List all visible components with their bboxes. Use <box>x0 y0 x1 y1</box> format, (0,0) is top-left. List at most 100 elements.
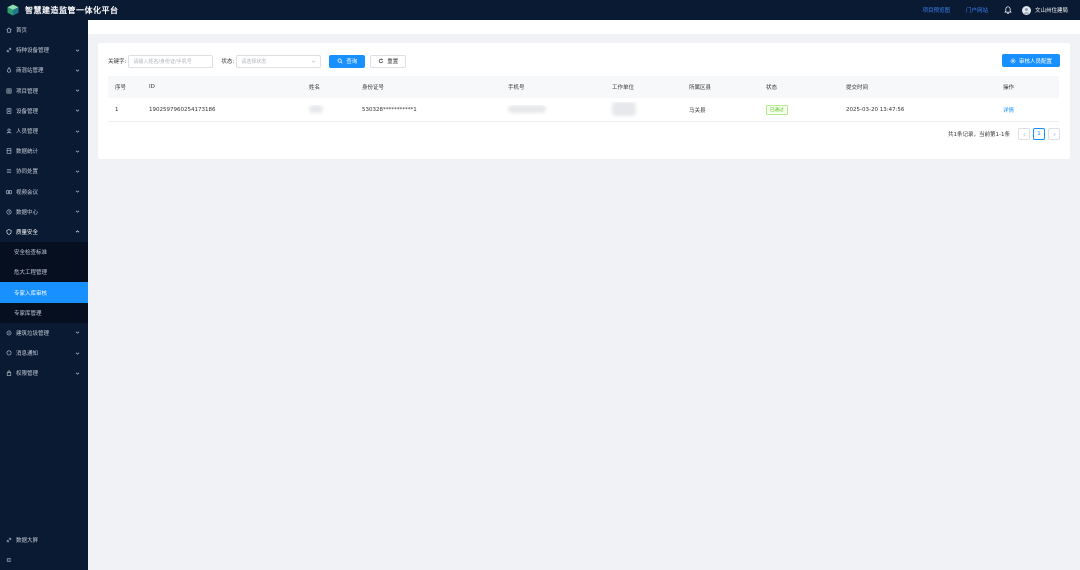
user-icon <box>6 128 12 134</box>
col-county: 所属区县 <box>689 85 712 91</box>
chevron-down-icon <box>75 210 80 213</box>
list-icon <box>6 169 12 174</box>
redacted-name <box>309 104 323 113</box>
drop-icon <box>7 67 11 73</box>
sidebar-item-personnel[interactable]: 人员管理 <box>0 121 88 141</box>
col-name: 姓名 <box>309 85 321 91</box>
cell-id: 1902597960254173186 <box>149 106 216 113</box>
message-icon <box>6 350 12 356</box>
grid-icon <box>6 88 12 94</box>
chevron-down-icon <box>75 89 80 92</box>
sidebar-item-label: 消息通知 <box>16 351 39 358</box>
avatar[interactable] <box>1021 5 1031 15</box>
sidebar-item-label: 设备管理 <box>16 108 39 115</box>
chevron-left-icon <box>1022 132 1025 136</box>
sidebar-item-label: 权限管理 <box>16 371 39 378</box>
camera-icon <box>6 189 12 194</box>
sidebar-item-data-screen[interactable]: 数据大屏 <box>0 530 88 550</box>
page-number-button[interactable]: 1 <box>1033 128 1045 140</box>
sidebar-item-collaboration[interactable]: 协同处置 <box>0 161 88 181</box>
status-select[interactable]: 请选择状态 <box>236 54 322 68</box>
menu-fold-icon <box>6 558 12 562</box>
chevron-right-icon <box>1053 132 1056 136</box>
query-button[interactable]: 查询 <box>329 54 366 68</box>
reviewer-config-button[interactable]: 审核人员配置 <box>1001 54 1060 67</box>
sidebar-item-device[interactable]: 设备管理 <box>0 101 88 121</box>
chevron-down-icon <box>75 130 80 133</box>
chevron-down-icon <box>75 352 80 355</box>
sidebar-item-notifications[interactable]: 消息通知 <box>0 343 88 363</box>
col-id: ID <box>149 84 155 90</box>
sidebar-item-label: 协同处置 <box>16 169 39 176</box>
link-icon <box>6 537 12 543</box>
col-submit-time: 提交时间 <box>846 85 869 91</box>
sidebar-item-permissions[interactable]: 权限管理 <box>0 363 88 383</box>
sidebar-item-label: 视频会议 <box>16 189 39 196</box>
sidebar-item-special-equipment[interactable]: 特种设备管理 <box>0 40 88 60</box>
shield-icon <box>6 229 12 235</box>
cell-phone <box>501 104 605 115</box>
brand[interactable]: 智慧建造监管一体化平台 <box>0 0 160 20</box>
sidebar-item-label: 首页 <box>16 28 28 35</box>
cell-id-card: 530328***********1 <box>362 106 417 113</box>
bell-icon[interactable] <box>1004 6 1012 14</box>
cell-status: 已通过 <box>759 104 839 115</box>
status-label: 状态: <box>221 59 235 65</box>
pagination-summary: 共1条记录，当前第1-1条 <box>948 132 1010 138</box>
chevron-down-icon <box>75 49 80 52</box>
chevron-down-icon <box>75 372 80 375</box>
pagination: 共1条记录，当前第1-1条 1 <box>948 128 1060 140</box>
col-action: 操作 <box>1003 85 1015 91</box>
keyword-input[interactable]: 请输入姓名/身份证/手机号 <box>128 54 214 68</box>
redacted-phone <box>508 104 546 113</box>
sidebar-subitem-safety-standard[interactable]: 安全检查标准 <box>0 242 88 262</box>
sidebar-subitem-expert-library[interactable]: 专家库管理 <box>0 303 88 323</box>
portal-link[interactable]: 门户网站 <box>966 6 988 14</box>
redacted-unit <box>612 101 636 116</box>
sidebar-subitem-expert-review[interactable]: 专家入库审核 <box>0 282 88 303</box>
sidebar-item-home[interactable]: 首页 <box>0 20 88 40</box>
detail-link[interactable]: 详情 <box>1003 108 1014 114</box>
sidebar-item-concrete-station[interactable]: 商混站管理 <box>0 60 88 80</box>
table-header: 序号 ID 姓名 身份证号 手机号 工作单位 所属区县 状态 提交时间 操作 <box>108 76 1059 98</box>
sidebar: 首页 特种设备管理 商混站管理 项目管理 设备管理 人员管理 数据统计 协同处置… <box>0 20 88 570</box>
quality-safety-submenu: 安全检查标准 危大工程管理 专家入库审核 专家库管理 <box>0 242 88 323</box>
reviewer-config-label: 审核人员配置 <box>1018 58 1052 65</box>
sidebar-item-label: 数据大屏 <box>16 538 39 544</box>
sidebar-item-video-meeting[interactable]: 视频会议 <box>0 182 88 202</box>
user-name[interactable]: 文山州住建局 <box>1035 6 1068 14</box>
sidebar-item-label: 项目管理 <box>16 88 39 95</box>
tabs-bar <box>88 20 1080 34</box>
expert-table: 序号 ID 姓名 身份证号 手机号 工作单位 所属区县 状态 提交时间 操作 1… <box>108 76 1059 122</box>
cell-action: 详情 <box>996 106 1046 114</box>
sidebar-subitem-major-hazard[interactable]: 危大工程管理 <box>0 262 88 282</box>
sidebar-item-quality-safety[interactable]: 质量安全 <box>0 222 88 242</box>
sidebar-item-construction-waste[interactable]: 建筑垃圾管理 <box>0 323 88 343</box>
user-avatar-icon <box>1024 7 1029 14</box>
sidebar-collapse-toggle[interactable] <box>0 550 88 570</box>
sidebar-item-project[interactable]: 项目管理 <box>0 81 88 101</box>
cube-logo-icon <box>7 4 19 16</box>
project-preview-link[interactable]: 项目预览图 <box>922 6 950 14</box>
top-header: 智慧建造监管一体化平台 项目预览图 门户网站 文山州住建局 <box>0 0 1080 20</box>
chevron-down-icon <box>75 150 80 153</box>
reset-button-label: 重置 <box>387 59 399 65</box>
sidebar-item-label: 数据统计 <box>16 149 39 156</box>
sidebar-item-label: 建筑垃圾管理 <box>16 330 50 337</box>
sidebar-item-label: 数据中心 <box>16 209 39 216</box>
gear-icon <box>1010 58 1016 63</box>
sidebar-item-data-center[interactable]: 数据中心 <box>0 202 88 222</box>
cell-name <box>302 104 355 115</box>
sidebar-item-label: 商混站管理 <box>16 68 44 75</box>
next-page-button[interactable] <box>1048 128 1060 140</box>
cell-index: 1 <box>115 106 119 113</box>
sidebar-item-statistics[interactable]: 数据统计 <box>0 141 88 161</box>
sidebar-item-label: 特种设备管理 <box>16 48 50 55</box>
app-title: 智慧建造监管一体化平台 <box>25 5 119 15</box>
prev-page-button[interactable] <box>1018 128 1030 140</box>
reset-button[interactable]: 重置 <box>370 54 407 68</box>
col-phone: 手机号 <box>508 85 525 91</box>
search-icon <box>337 58 343 64</box>
keyword-label: 关键字: <box>108 59 127 65</box>
status-badge: 已通过 <box>766 104 788 115</box>
